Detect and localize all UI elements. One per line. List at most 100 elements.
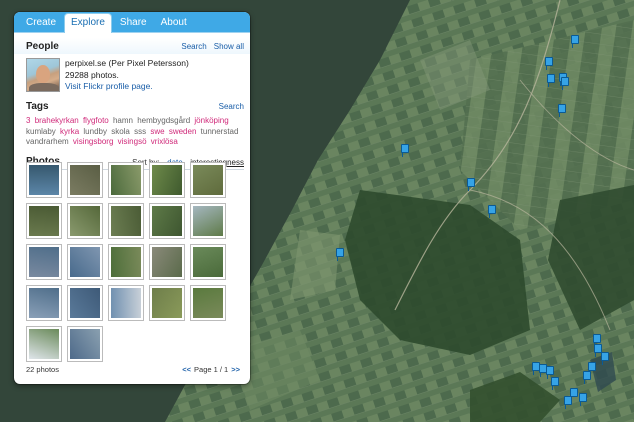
- map-marker[interactable]: [558, 104, 566, 117]
- tag-link[interactable]: swe: [150, 127, 164, 136]
- map-marker[interactable]: [601, 352, 609, 365]
- photo-thumbnail[interactable]: [26, 203, 62, 239]
- tab-bar: Create Explore Share About: [14, 12, 250, 33]
- profile-link[interactable]: Visit Flickr profile page.: [65, 81, 189, 93]
- tag-link[interactable]: kyrka: [60, 127, 79, 136]
- people-header: People Search Show all: [14, 38, 250, 54]
- tag-link[interactable]: jönköping: [194, 116, 228, 125]
- photo-thumbnail-image: [152, 165, 182, 195]
- map-marker[interactable]: [336, 248, 344, 261]
- photo-thumbnail-image: [111, 165, 141, 195]
- photo-thumbnail-image: [70, 165, 100, 195]
- photo-thumbnail-image: [193, 165, 223, 195]
- page-indicator: Page 1 / 1: [194, 365, 229, 374]
- pager: << Page 1 / 1 >>: [182, 365, 240, 374]
- photo-thumbnail[interactable]: [190, 203, 226, 239]
- people-search-link[interactable]: Search: [181, 42, 206, 51]
- photo-thumbnail-image: [70, 288, 100, 318]
- photo-thumbnail[interactable]: [108, 162, 144, 198]
- tag-link[interactable]: hembygdsgård: [137, 116, 190, 125]
- photo-thumbnail-image: [193, 288, 223, 318]
- photo-thumbnail[interactable]: [190, 285, 226, 321]
- photo-thumbnail[interactable]: [190, 162, 226, 198]
- photo-thumbnail-image: [152, 247, 182, 277]
- tag-link[interactable]: 3: [26, 116, 30, 125]
- map-marker[interactable]: [545, 57, 553, 70]
- photo-thumbnail-image: [70, 206, 100, 236]
- map-marker[interactable]: [401, 144, 409, 157]
- person-card: perpixel.se (Per Pixel Petersson) 29288 …: [14, 54, 250, 96]
- avatar[interactable]: [26, 58, 60, 92]
- photo-thumbnail[interactable]: [67, 244, 103, 280]
- tab-create[interactable]: Create: [20, 13, 62, 32]
- photo-thumbnail[interactable]: [108, 285, 144, 321]
- photo-thumbnail[interactable]: [108, 244, 144, 280]
- tag-link[interactable]: vandrarhem: [26, 137, 69, 146]
- tag-link[interactable]: hamn: [113, 116, 133, 125]
- photo-thumbnail[interactable]: [67, 162, 103, 198]
- photo-thumbnail-image: [193, 206, 223, 236]
- photo-thumbnail[interactable]: [26, 285, 62, 321]
- photo-thumbnail-image: [111, 206, 141, 236]
- photo-thumbnail-image: [29, 206, 59, 236]
- tag-link[interactable]: vrixlösa: [151, 137, 178, 146]
- map-marker[interactable]: [551, 377, 559, 390]
- photo-thumbnail[interactable]: [26, 244, 62, 280]
- map-marker[interactable]: [467, 178, 475, 191]
- tag-link[interactable]: visingsborg: [73, 137, 113, 146]
- map-marker[interactable]: [561, 77, 569, 90]
- tags-header: Tags Search: [14, 98, 250, 114]
- photo-thumbnail[interactable]: [67, 285, 103, 321]
- show-all-link[interactable]: Show all: [214, 42, 244, 51]
- map-marker[interactable]: [547, 74, 555, 87]
- tag-link[interactable]: lundby: [83, 127, 107, 136]
- map-marker[interactable]: [583, 371, 591, 384]
- photo-thumbnail[interactable]: [149, 285, 185, 321]
- photo-count: 29288 photos.: [65, 69, 119, 80]
- tag-link[interactable]: kumlaby: [26, 127, 56, 136]
- photo-grid: [26, 162, 236, 362]
- tag-link[interactable]: brahekyrkan: [35, 116, 79, 125]
- photo-thumbnail-image: [111, 288, 141, 318]
- tag-link[interactable]: sss: [134, 127, 146, 136]
- tag-link[interactable]: visingsö: [118, 137, 147, 146]
- map-marker[interactable]: [546, 366, 554, 379]
- tab-explore[interactable]: Explore: [64, 13, 112, 33]
- tab-share[interactable]: Share: [114, 13, 153, 32]
- photo-thumbnail[interactable]: [190, 244, 226, 280]
- map-marker[interactable]: [488, 205, 496, 218]
- tag-link[interactable]: tunnerstad: [201, 127, 239, 136]
- map-marker[interactable]: [564, 396, 572, 409]
- photos-footer: 22 photos << Page 1 / 1 >>: [26, 365, 240, 374]
- tag-link[interactable]: sweden: [169, 127, 197, 136]
- next-page-link[interactable]: >>: [231, 365, 240, 374]
- tag-cloud: 3 brahekyrkan flygfoto hamn hembygdsgård…: [14, 114, 250, 149]
- photo-thumbnail[interactable]: [149, 203, 185, 239]
- photo-thumbnail[interactable]: [67, 326, 103, 362]
- map-marker[interactable]: [593, 334, 601, 347]
- photo-thumbnail-image: [152, 288, 182, 318]
- tag-link[interactable]: skola: [111, 127, 130, 136]
- map-marker[interactable]: [588, 362, 596, 375]
- photo-thumbnail-image: [152, 206, 182, 236]
- prev-page-link[interactable]: <<: [182, 365, 191, 374]
- photo-thumbnail-image: [193, 247, 223, 277]
- photo-thumbnail[interactable]: [108, 203, 144, 239]
- photo-thumbnail[interactable]: [149, 244, 185, 280]
- photo-thumbnail-image: [111, 247, 141, 277]
- photo-thumbnail[interactable]: [26, 162, 62, 198]
- photo-thumbnail-image: [70, 247, 100, 277]
- photo-thumbnail-image: [29, 288, 59, 318]
- photo-thumbnail-image: [29, 329, 59, 359]
- map-marker[interactable]: [579, 393, 587, 406]
- photo-thumbnail[interactable]: [67, 203, 103, 239]
- tag-link[interactable]: flygfoto: [83, 116, 109, 125]
- explore-panel: Create Explore Share About People Search…: [14, 12, 250, 384]
- tags-title: Tags: [26, 100, 49, 112]
- tab-about[interactable]: About: [155, 13, 193, 32]
- photo-thumbnail[interactable]: [149, 162, 185, 198]
- photo-thumbnail-image: [70, 329, 100, 359]
- photo-thumbnail[interactable]: [26, 326, 62, 362]
- map-marker[interactable]: [571, 35, 579, 48]
- tags-search-link[interactable]: Search: [219, 102, 244, 111]
